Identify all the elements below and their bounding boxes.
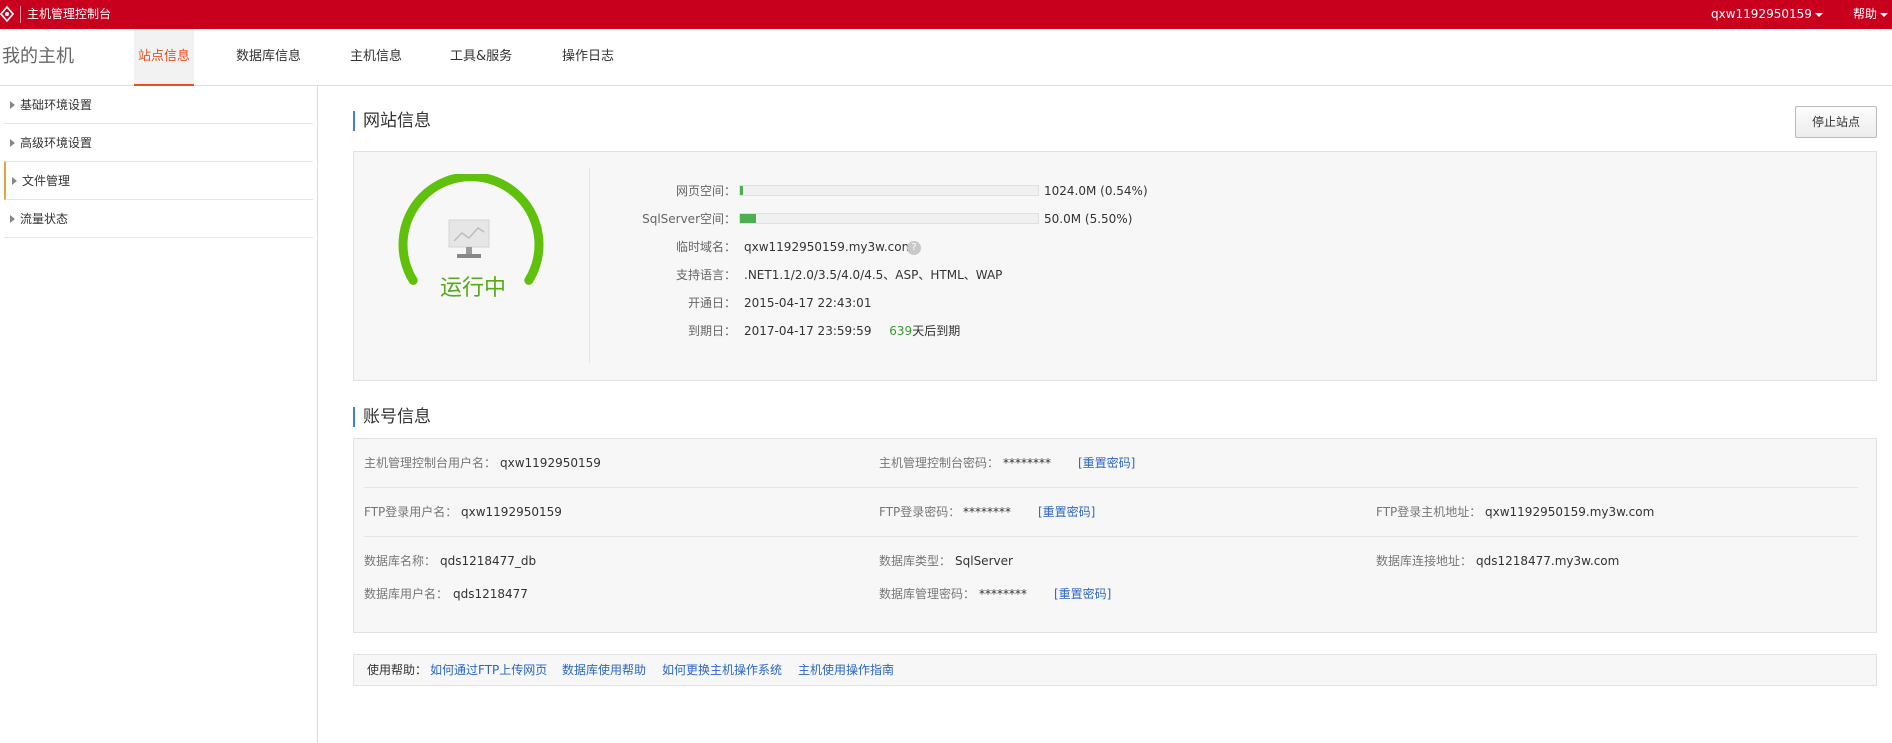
help-bar-label: 使用帮助： — [367, 663, 428, 677]
account-info-title: 账号信息 — [353, 407, 431, 427]
stop-site-button[interactable]: 停止站点 — [1795, 106, 1877, 138]
page-title: 我的主机 — [2, 46, 74, 67]
panel-password-value: ******** — [1003, 456, 1051, 470]
temp-domain-label: 临时域名： — [675, 240, 736, 254]
db-name-value: qds1218477_db — [440, 554, 537, 568]
tab-operation-log[interactable]: 操作日志 — [562, 29, 614, 86]
help-link-change-os[interactable]: 如何更换主机操作系统 — [662, 662, 782, 678]
user-menu[interactable]: qxw1192950159 — [1711, 6, 1823, 23]
row-divider — [364, 536, 1858, 537]
site-info-title: 网站信息 — [353, 111, 431, 131]
help-link-host-guide[interactable]: 主机使用操作指南 — [798, 662, 894, 678]
question-icon[interactable]: ? — [907, 241, 921, 255]
db-host-label: 数据库连接地址： — [1376, 554, 1473, 568]
app-title: 主机管理控制台 — [27, 7, 112, 21]
sidebar-item-label: 基础环境设置 — [20, 98, 93, 112]
caret-right-icon — [10, 101, 15, 109]
reset-ftp-password-link[interactable]: [重置密码] — [1038, 504, 1095, 520]
tab-tools-services[interactable]: 工具&服务 — [450, 29, 512, 86]
db-name-label: 数据库名称： — [364, 554, 437, 568]
ftp-password-value: ******** — [963, 505, 1011, 519]
tab-site-info[interactable]: 站点信息 — [134, 29, 194, 86]
ftp-password-label: FTP登录密码： — [879, 505, 961, 519]
sidebar-item-label: 文件管理 — [22, 174, 71, 188]
open-date-value: 2015-04-17 22:43:01 — [744, 296, 872, 310]
web-space-bar — [739, 185, 1039, 196]
web-space-bar-fill — [740, 186, 743, 195]
help-label: 帮助 — [1853, 7, 1878, 21]
nav-bar: 我的主机 站点信息 数据库信息 主机信息 工具&服务 操作日志 — [0, 29, 1892, 86]
temp-domain-value: qxw1192950159.my3w.com — [744, 240, 914, 254]
caret-right-icon — [10, 215, 15, 223]
days-suffix: 天后到期 — [912, 324, 961, 338]
db-password-value: ******** — [979, 587, 1027, 601]
web-space-label: 网页空间： — [675, 184, 736, 198]
sidebar-item-advanced-env[interactable]: 高级环境设置 — [4, 124, 313, 162]
chevron-down-icon — [1880, 12, 1889, 17]
expire-date-text: 2017-04-17 23:59:59 — [744, 324, 872, 338]
help-menu[interactable]: 帮助 — [1853, 6, 1889, 23]
tab-host-info[interactable]: 主机信息 — [350, 29, 402, 86]
reset-panel-password-link[interactable]: [重置密码] — [1078, 455, 1135, 471]
panel-username-label: 主机管理控制台用户名： — [364, 456, 497, 470]
row-divider — [364, 487, 1858, 488]
reset-db-password-link[interactable]: [重置密码] — [1054, 586, 1111, 602]
status-text: 运行中 — [439, 276, 506, 301]
help-link-database[interactable]: 数据库使用帮助 — [562, 662, 646, 678]
sidebar-item-label: 流量状态 — [20, 212, 69, 226]
days-remaining: 639 — [889, 324, 913, 338]
sql-space-label: SqlServer空间： — [642, 212, 736, 226]
sidebar-item-traffic-status[interactable]: 流量状态 — [4, 200, 313, 238]
db-username-value: qds1218477 — [453, 587, 528, 601]
help-link-ftp-upload[interactable]: 如何通过FTP上传网页 — [430, 662, 547, 678]
user-name: qxw1192950159 — [1711, 7, 1812, 21]
sidebar: 基础环境设置 高级环境设置 文件管理 流量状态 — [0, 86, 318, 743]
sql-space-bar — [739, 213, 1039, 224]
top-bar: 主机管理控制台 qxw1192950159 帮助 — [0, 0, 1892, 29]
expire-date-label: 到期日： — [687, 324, 736, 338]
tab-database-info[interactable]: 数据库信息 — [236, 29, 301, 86]
caret-right-icon — [10, 139, 15, 147]
web-space-value: 1024.0M (0.54%) — [1044, 184, 1148, 198]
open-date-label: 开通日： — [687, 296, 736, 310]
languages-label: 支持语言： — [675, 268, 736, 282]
ftp-username-value: qxw1192950159 — [461, 505, 562, 519]
ftp-username-label: FTP登录用户名： — [364, 505, 458, 519]
db-type-value: SqlServer — [955, 554, 1013, 568]
sidebar-item-file-manager[interactable]: 文件管理 — [4, 162, 313, 200]
chevron-down-icon — [1814, 12, 1823, 17]
db-username-label: 数据库用户名： — [364, 587, 449, 601]
logo-icon — [0, 6, 14, 22]
sql-space-bar-fill — [740, 214, 757, 223]
sql-space-value: 50.0M (5.50%) — [1044, 212, 1133, 226]
expire-date-value: 2017-04-17 23:59:59 639天后到期 — [744, 323, 960, 339]
panel-username-value: qxw1192950159 — [500, 456, 601, 470]
sidebar-item-basic-env[interactable]: 基础环境设置 — [4, 86, 313, 124]
languages-value: .NET1.1/2.0/3.5/4.0/4.5、ASP、HTML、WAP — [744, 268, 1003, 282]
sidebar-item-label: 高级环境设置 — [20, 136, 93, 150]
db-type-label: 数据库类型： — [879, 554, 952, 568]
db-password-label: 数据库管理密码： — [879, 587, 976, 601]
caret-right-icon — [12, 177, 17, 185]
monitor-chart-icon — [448, 219, 490, 258]
header-divider — [20, 6, 21, 23]
ftp-host-label: FTP登录主机地址： — [1376, 505, 1482, 519]
panel-password-label: 主机管理控制台密码： — [879, 456, 1000, 470]
db-host-value: qds1218477.my3w.com — [1476, 554, 1620, 568]
ftp-host-value: qxw1192950159.my3w.com — [1485, 505, 1655, 519]
